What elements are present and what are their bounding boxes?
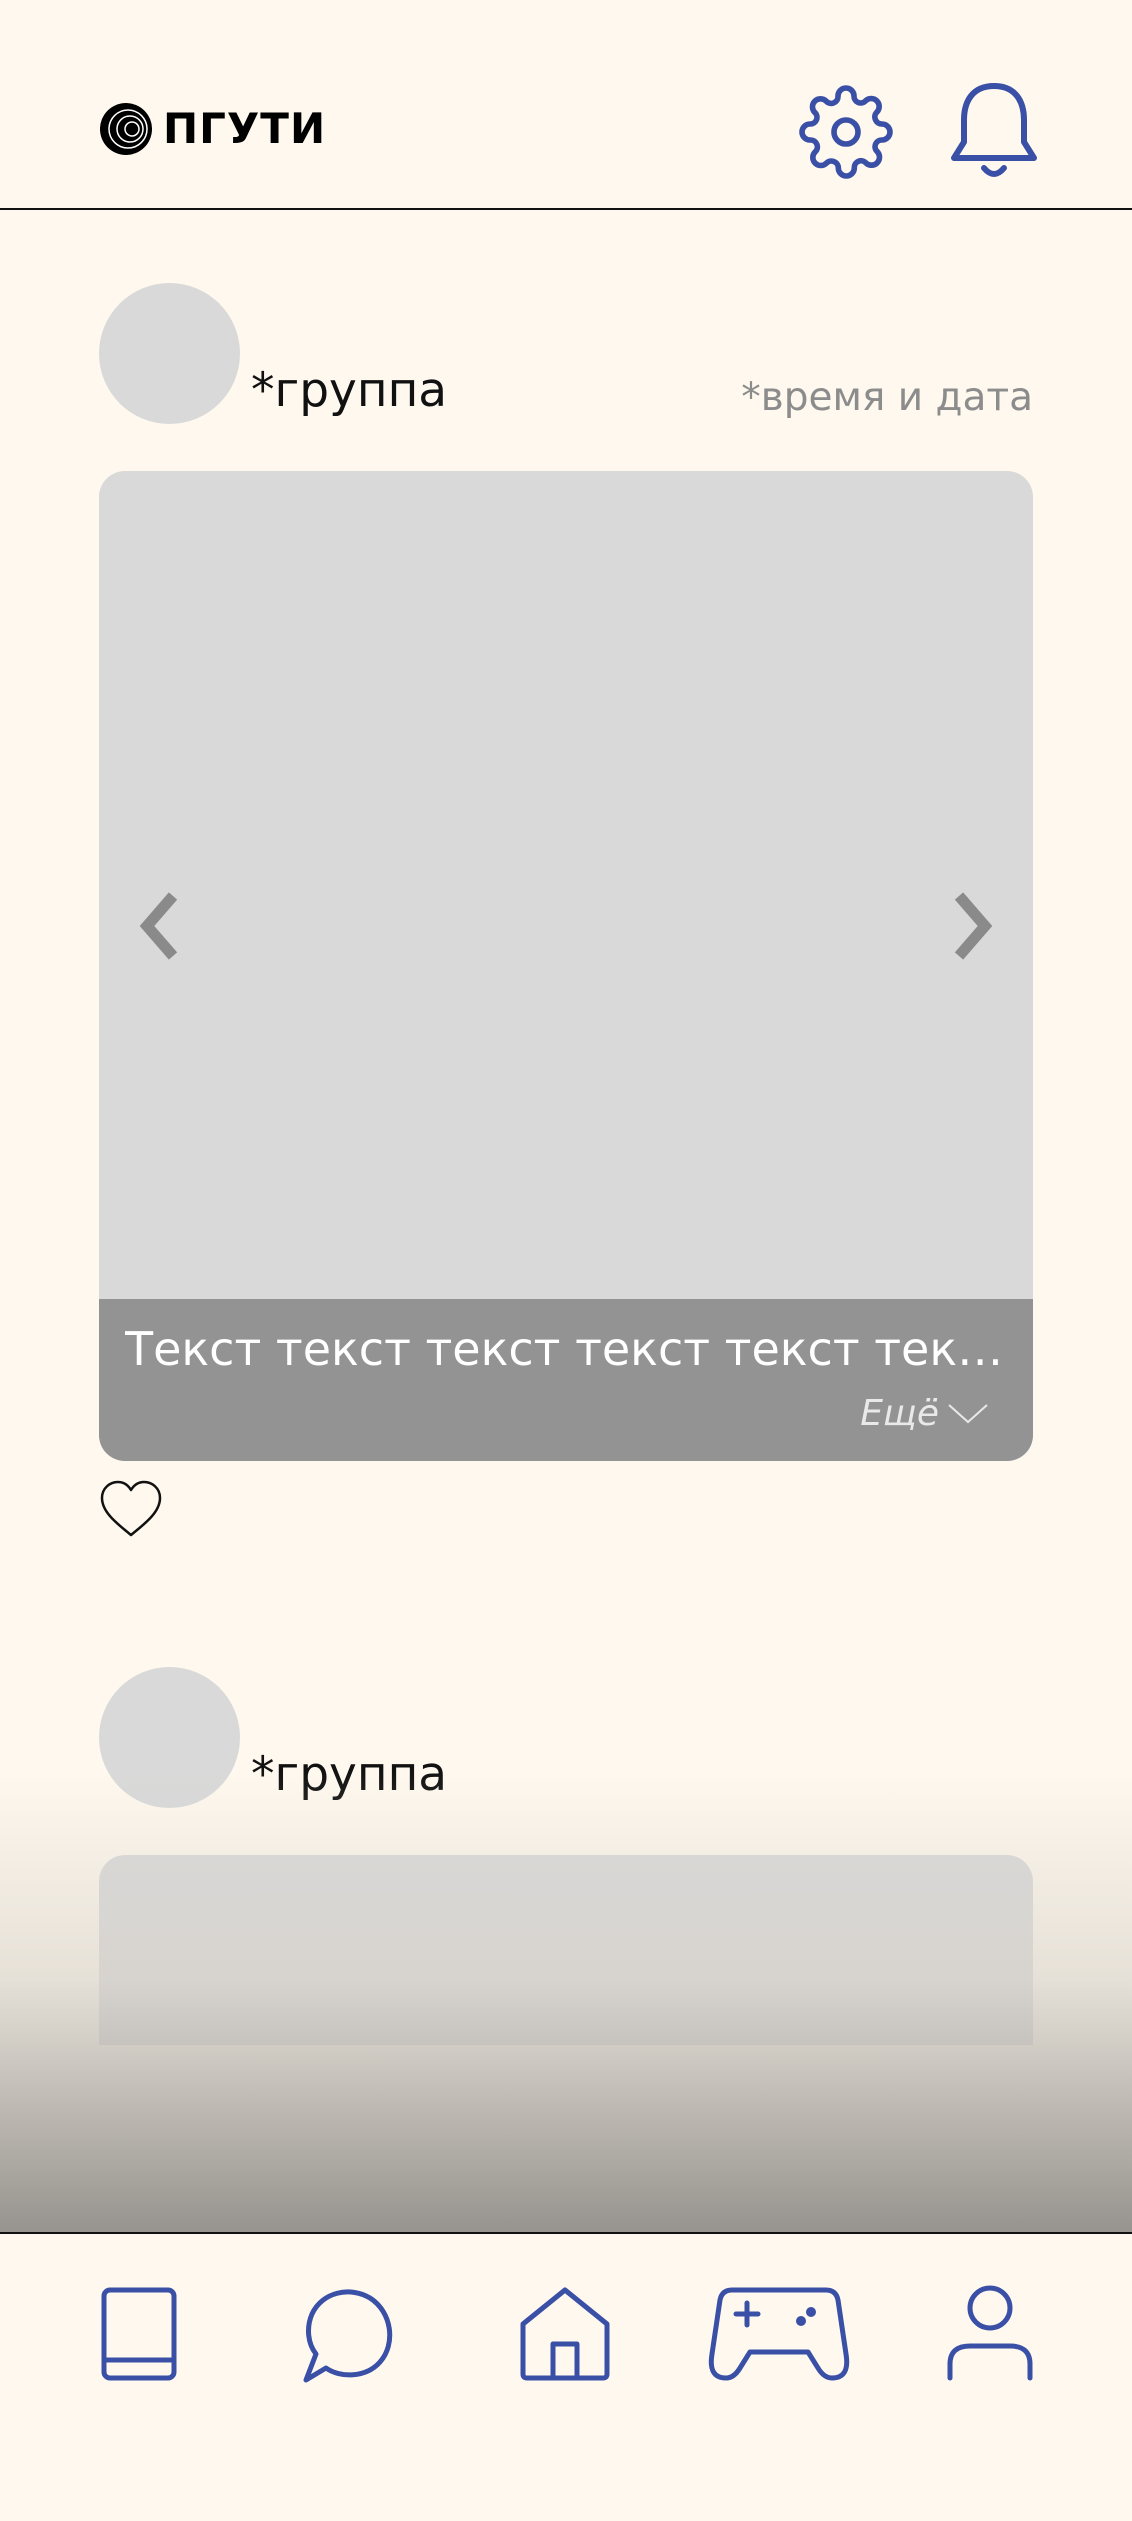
chevron-down-icon	[948, 1403, 988, 1423]
app-header: ПГУТИ	[0, 0, 1132, 210]
caption-text: Текст текст текст текст текст текс т...	[125, 1322, 1015, 1376]
bell-icon	[951, 83, 1037, 177]
nav-library-button[interactable]	[99, 2284, 179, 2384]
bottom-navigation	[0, 2232, 1132, 2521]
post-caption: Текст текст текст текст текст текс т... …	[99, 1299, 1033, 1461]
gamepad-icon	[708, 2287, 850, 2381]
chevron-left-icon	[139, 892, 178, 960]
notifications-button[interactable]	[948, 80, 1040, 180]
nav-home-button[interactable]	[518, 2284, 612, 2384]
group-name[interactable]: *группа	[251, 1747, 447, 1803]
settings-button[interactable]	[798, 84, 894, 180]
carousel-next-button[interactable]	[949, 886, 999, 966]
feed-post: *группа *время и дата Текст текст текст …	[99, 283, 1033, 1543]
post-datetime: *время и дата	[741, 375, 1033, 420]
gear-icon	[799, 85, 893, 179]
book-icon	[101, 2287, 177, 2381]
feed-post: *группа	[99, 1667, 1033, 2232]
logo-text: ПГУТИ	[163, 104, 327, 153]
home-icon	[520, 2287, 610, 2381]
post-image-carousel[interactable]	[99, 1855, 1033, 2045]
nav-profile-button[interactable]	[944, 2284, 1036, 2384]
show-more-button[interactable]: Ещё	[860, 1393, 989, 1434]
nav-games-button[interactable]	[708, 2284, 850, 2384]
group-name[interactable]: *группа	[251, 363, 447, 419]
post-image-carousel[interactable]: Текст текст текст текст текст текс т... …	[99, 471, 1033, 1461]
profile-icon	[947, 2285, 1033, 2381]
show-more-label: Ещё	[860, 1393, 939, 1434]
chevron-right-icon	[954, 892, 993, 960]
chat-icon	[303, 2289, 393, 2383]
like-button[interactable]	[99, 1479, 163, 1539]
carousel-prev-button[interactable]	[133, 886, 183, 966]
nav-chat-button[interactable]	[300, 2284, 400, 2384]
logo-mark-icon	[100, 103, 152, 155]
group-avatar[interactable]	[99, 283, 240, 424]
heart-icon	[100, 1480, 162, 1537]
app-logo[interactable]: ПГУТИ	[99, 102, 326, 156]
group-avatar[interactable]	[99, 1667, 240, 1808]
